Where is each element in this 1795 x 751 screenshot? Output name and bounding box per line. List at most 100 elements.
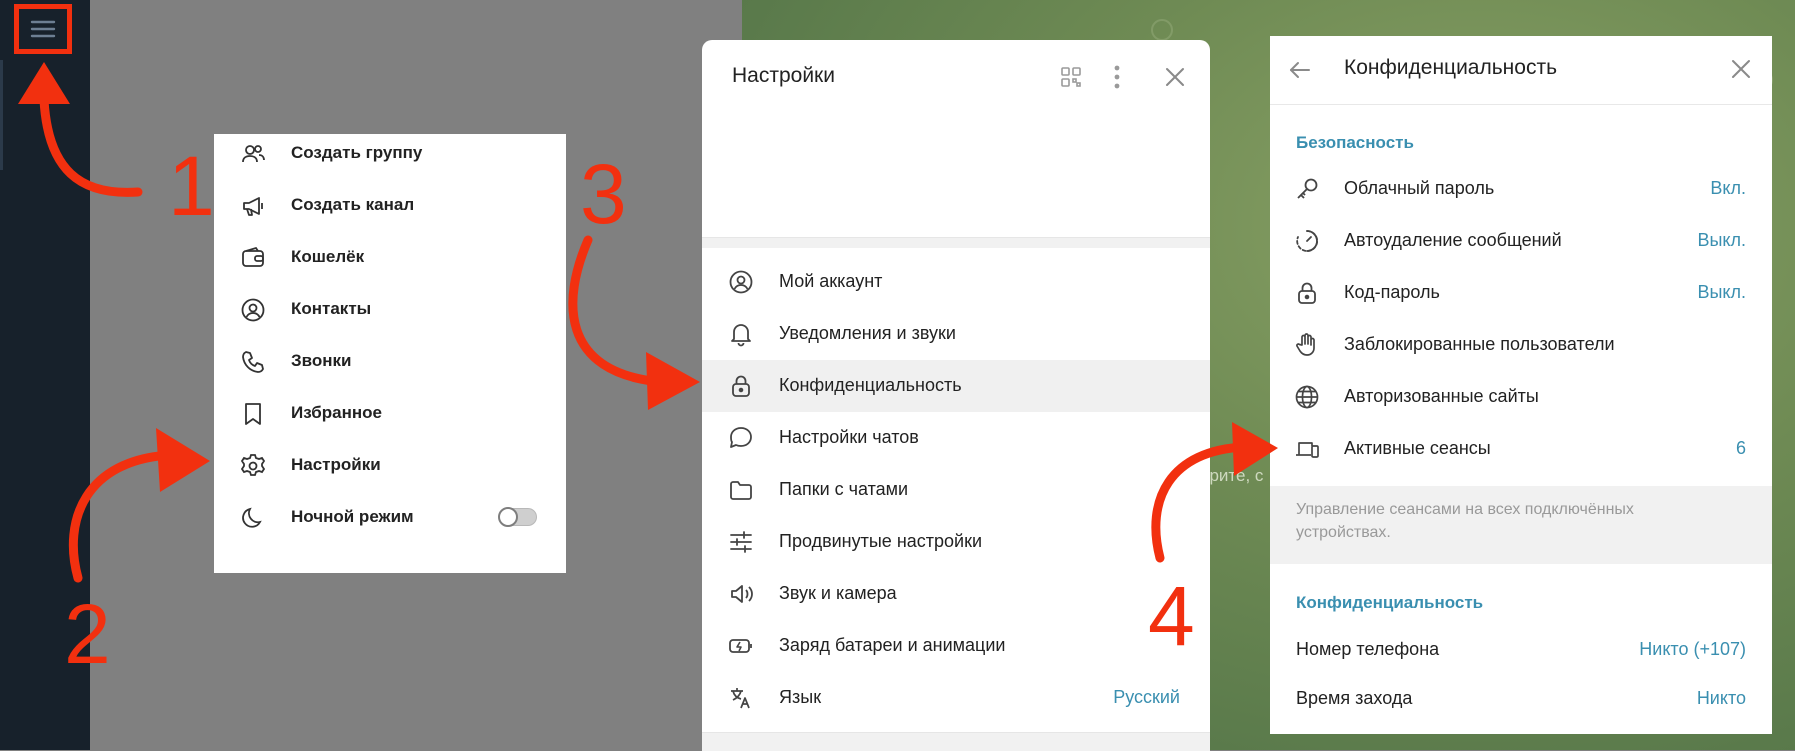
settings-item-my-account[interactable]: Мой аккаунт [702,256,1210,308]
sessions-hint-text: Управление сеансами на всех подключённых… [1296,501,1634,541]
menu-item-label: Настройки [291,455,381,474]
menu-item-calls[interactable]: Звонки [214,335,566,387]
settings-item-label: Уведомления и звуки [779,323,956,343]
close-icon [1166,68,1184,86]
privacy-item-value: Выкл. [1697,230,1746,250]
close-settings-button[interactable] [1164,66,1186,88]
menu-item-create-group[interactable]: Создать группу [214,127,566,179]
more-vertical-icon [1114,65,1120,89]
settings-title: Настройки [732,64,835,87]
more-button[interactable] [1112,64,1122,90]
chat-bubble-icon [730,427,752,448]
privacy-item-phone-number[interactable]: Номер телефона Никто (+107) [1270,624,1772,676]
privacy-item-blocked-users[interactable]: Заблокированные пользователи [1270,319,1772,371]
menu-item-label: Звонки [291,351,352,370]
menu-item-label: Создать группу [291,143,423,162]
key-icon [1297,178,1318,199]
menu-item-label: Избранное [291,403,382,422]
account-icon [729,270,753,294]
security-section-title: Безопасность [1296,133,1414,152]
settings-item-label: Конфиденциальность [779,375,962,395]
qr-code-icon [1061,67,1081,87]
bell-icon [731,324,751,347]
qr-code-button[interactable] [1060,66,1082,88]
hand-icon [1296,333,1315,356]
privacy-item-last-seen[interactable]: Время захода Никто [1270,673,1772,725]
settings-item-battery[interactable]: Заряд батареи и анимации [702,620,1210,672]
timer-icon [1296,230,1319,252]
privacy-item-label: Авторизованные сайты [1344,386,1539,406]
menu-item-wallet[interactable]: Кошелёк [214,231,566,283]
privacy-item-label: Автоудаление сообщений [1344,230,1562,250]
annotation-number-1: 1 [168,139,215,233]
menu-item-create-channel[interactable]: Создать канал [214,179,566,231]
settings-item-label: Мой аккаунт [779,271,883,291]
settings-item-label: Продвинутые настройки [779,531,983,551]
menu-item-contacts[interactable]: Контакты [214,283,566,335]
menu-item-label: Кошелёк [291,247,365,266]
translate-icon [731,688,750,709]
privacy-item-label: Время захода [1296,688,1413,708]
menu-item-night-mode[interactable]: Ночной режим [214,491,566,543]
close-icon [1732,60,1750,78]
active-sessions-count: 6 [1735,438,1746,458]
gear-icon [240,454,266,476]
privacy-item-active-sessions[interactable]: Активные сеансы 6 [1270,423,1772,475]
menu-item-settings[interactable]: Настройки [214,439,566,491]
contacts-icon [241,298,265,322]
back-button[interactable] [1288,58,1312,82]
close-privacy-button[interactable] [1730,58,1752,80]
settings-item-privacy[interactable]: Конфиденциальность [702,360,1210,412]
privacy-item-value: Выкл. [1697,282,1746,302]
battery-icon [729,639,752,653]
phone-icon [242,351,264,373]
sidebar-active-strip [0,60,3,170]
privacy-section-title: Конфиденциальность [1296,593,1484,612]
bookmark-icon [245,403,261,425]
privacy-item-value: Вкл. [1710,178,1746,198]
hamburger-icon [30,20,56,38]
language-value: Русский [1113,687,1180,707]
settings-item-language[interactable]: Язык Русский [702,672,1210,724]
settings-item-label: Звук и камера [779,583,897,603]
megaphone-icon [243,197,263,216]
lock-icon [1298,282,1316,304]
group-icon [242,145,265,163]
menu-item-label: Ночной режим [291,507,414,526]
privacy-item-auto-delete[interactable]: Автоудаление сообщений Выкл. [1270,215,1772,267]
main-menu: Создать группу Создать канал Кошелёк Кон… [214,134,566,573]
settings-item-advanced[interactable]: Продвинутые настройки [702,516,1210,568]
privacy-item-authorized-sites[interactable]: Авторизованные сайты [1270,371,1772,423]
folder-icon [730,481,752,500]
night-mode-toggle[interactable] [498,507,537,527]
privacy-item-label: Заблокированные пользователи [1344,334,1615,354]
speaker-icon [731,585,753,603]
settings-item-sound-camera[interactable]: Звук и камера [702,568,1210,620]
menu-button[interactable] [14,4,72,54]
annotation-number-4: 4 [1148,569,1195,663]
menu-item-label: Создать канал [291,195,415,214]
privacy-title: Конфиденциальность [1344,56,1558,79]
settings-item-chat-folders[interactable]: Папки с чатами [702,464,1210,516]
settings-item-notifications[interactable]: Уведомления и звуки [702,308,1210,360]
annotation-number-3: 3 [580,147,627,241]
annotation-number-2: 2 [64,587,111,681]
moon-icon [242,507,262,528]
devices-icon [1296,442,1319,458]
wallet-icon [242,246,264,267]
privacy-item-cloud-password[interactable]: Облачный пароль Вкл. [1270,163,1772,215]
settings-item-chat-settings[interactable]: Настройки чатов [702,412,1210,464]
privacy-item-label: Облачный пароль [1344,178,1495,198]
menu-item-label: Контакты [291,299,372,318]
privacy-item-passcode[interactable]: Код-пароль Выкл. [1270,267,1772,319]
settings-item-label: Папки с чатами [779,479,909,499]
arrow-left-icon [1290,62,1310,78]
privacy-item-label: Активные сеансы [1344,438,1491,458]
settings-item-label: Язык [779,687,822,707]
privacy-item-label: Номер телефона [1296,639,1440,659]
privacy-panel: Конфиденциальность Безопасность Облачный… [1270,36,1772,734]
privacy-item-value: Никто [1696,688,1746,708]
menu-item-saved[interactable]: Избранное [214,387,566,439]
settings-panel: Настройки Мой аккаунт Уведомления и звук… [702,40,1210,751]
lock-icon [732,375,750,397]
